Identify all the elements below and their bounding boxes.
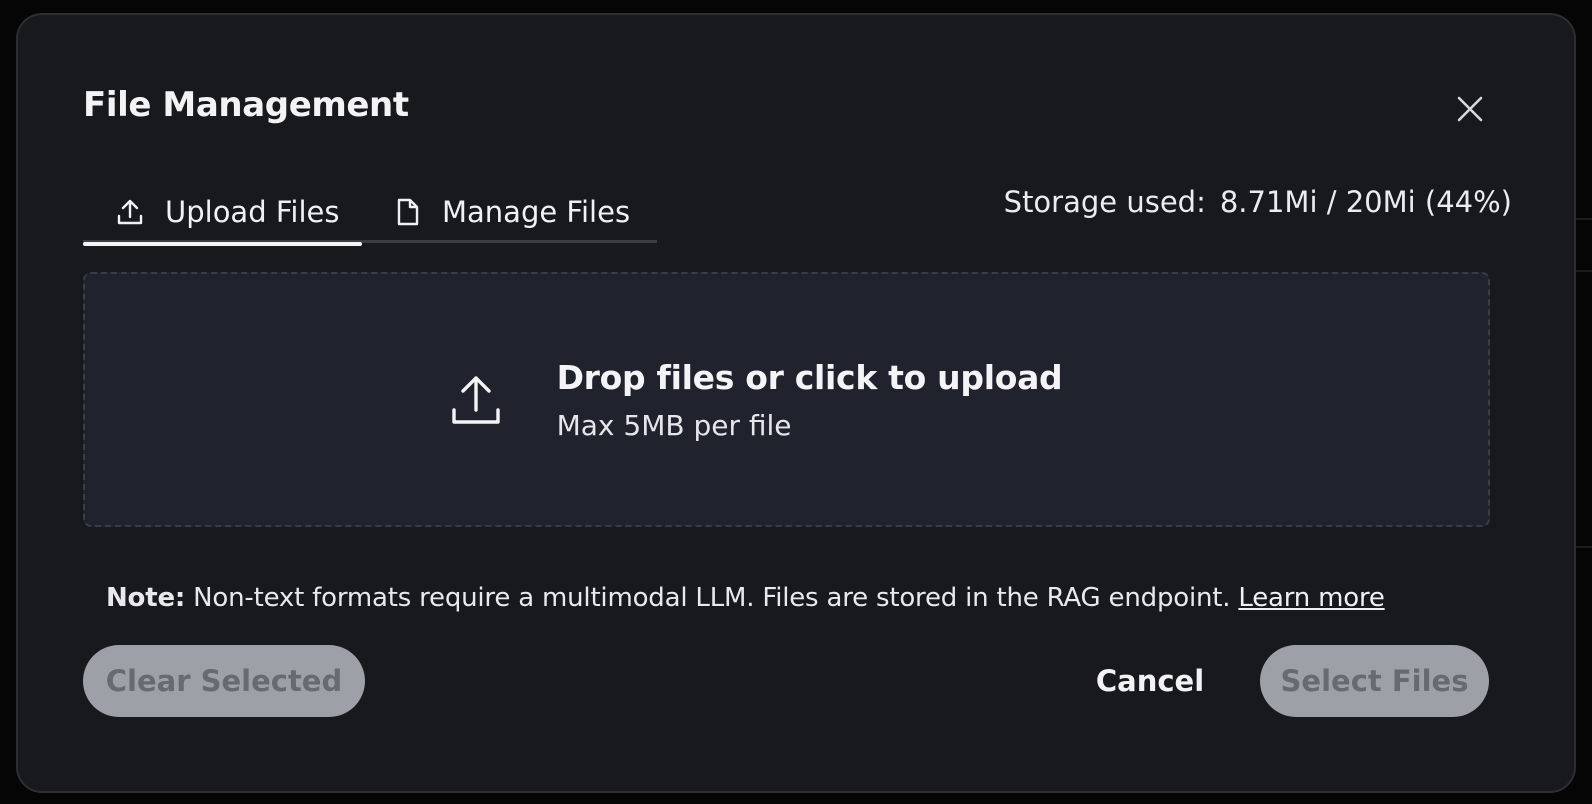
file-management-dialog: File Management Upload Files Manage File… (16, 13, 1576, 793)
tab-manage-files[interactable]: Manage Files (362, 181, 657, 243)
tab-upload-files[interactable]: Upload Files (83, 181, 362, 246)
tab-label: Upload Files (165, 195, 340, 229)
upload-icon (117, 198, 143, 226)
storage-label: Storage used: (1003, 185, 1206, 219)
note-body: Non-text formats require a multimodal LL… (185, 583, 1239, 613)
close-icon (1457, 96, 1483, 122)
file-icon (396, 197, 420, 227)
file-dropzone[interactable]: Drop files or click to upload Max 5MB pe… (83, 272, 1490, 527)
storage-usage: Storage used: 8.71Mi / 20Mi (44%) (1004, 185, 1512, 219)
tab-list: Upload Files Manage Files (83, 181, 657, 246)
close-button[interactable] (1446, 85, 1494, 133)
storage-value: 8.71Mi / 20Mi (44%) (1219, 185, 1512, 219)
cancel-button[interactable]: Cancel (1082, 645, 1218, 717)
note-label: Note: (106, 583, 186, 613)
note-text: Note: Non-text formats require a multimo… (106, 583, 1385, 613)
dropzone-subtitle: Max 5MB per file (556, 408, 792, 442)
tab-label: Manage Files (442, 195, 631, 229)
dropzone-title: Drop files or click to upload (556, 357, 1063, 397)
select-files-button[interactable]: Select Files (1260, 645, 1489, 717)
clear-selected-button[interactable]: Clear Selected (83, 645, 365, 717)
upload-icon (451, 374, 501, 426)
dialog-title: File Management (83, 85, 409, 125)
learn-more-link[interactable]: Learn more (1238, 583, 1384, 613)
